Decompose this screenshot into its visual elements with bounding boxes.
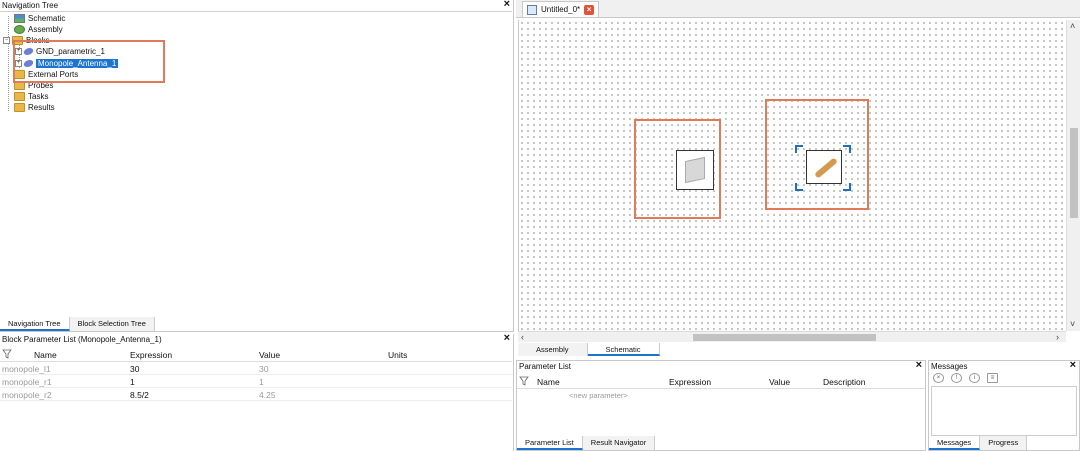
document-tab[interactable]: Untitled_0* ×: [522, 1, 600, 17]
param-value: 1: [259, 377, 264, 387]
column-header-name[interactable]: Name: [537, 377, 560, 387]
filter-icon[interactable]: [519, 376, 529, 386]
param-name: monopole_r2: [2, 390, 52, 400]
navigation-tree: Schematic Assembly − Blocks + GND_parametr…: [0, 11, 512, 317]
navigation-tabs: Navigation Tree Block Selection Tree: [0, 317, 155, 331]
parameter-list-panel: Parameter List × Name Expression Value D…: [516, 360, 926, 451]
scroll-left-icon[interactable]: ‹: [521, 332, 524, 342]
panel-title: Parameter List ×: [517, 360, 925, 372]
filter-icon[interactable]: [2, 349, 12, 359]
close-icon[interactable]: ×: [504, 333, 510, 344]
selection-handle[interactable]: [795, 145, 803, 153]
document-icon: [527, 4, 537, 15]
tab-schematic[interactable]: Schematic: [587, 343, 660, 356]
tree-item-label: Results: [28, 103, 55, 112]
folder-icon: [14, 103, 25, 113]
tree-item-label: Schematic: [28, 14, 66, 23]
new-parameter-placeholder[interactable]: <new parameter>: [569, 391, 628, 400]
tree-connector: [8, 16, 9, 111]
column-header-description[interactable]: Description: [823, 377, 866, 387]
scroll-up-icon[interactable]: ˄: [1070, 21, 1075, 31]
param-value: 30: [259, 364, 269, 374]
column-header-value[interactable]: Value: [259, 350, 280, 360]
tree-item-label: Tasks: [28, 92, 49, 101]
tree-item-schematic[interactable]: Schematic: [14, 13, 65, 24]
column-header-expression[interactable]: Expression: [669, 377, 711, 387]
gnd-parametric-block[interactable]: [676, 150, 714, 190]
info-filter-icon[interactable]: i: [969, 373, 980, 383]
column-header-expression[interactable]: Expression: [130, 350, 172, 360]
messages-toolbar: × ! i ≡: [933, 373, 998, 383]
parameter-list-tabs: Parameter List Result Navigator: [517, 436, 656, 450]
panel-title: Messages ×: [929, 360, 1079, 372]
schematic-icon: [14, 14, 25, 24]
table-row[interactable]: monopole_l1 30 30: [0, 363, 512, 375]
warning-filter-icon[interactable]: !: [951, 373, 962, 383]
antenna-icon: [814, 157, 838, 179]
close-icon[interactable]: ×: [1070, 360, 1076, 371]
tree-item-results[interactable]: Results: [14, 102, 55, 113]
document-tab-strip: Untitled_0* ×: [516, 0, 1080, 18]
close-icon[interactable]: ×: [584, 4, 595, 15]
monopole-antenna-block[interactable]: [806, 150, 842, 184]
messages-area: [931, 386, 1077, 436]
selection-handle[interactable]: [843, 183, 851, 191]
param-expression[interactable]: 8.5/2: [130, 390, 149, 400]
column-header-value[interactable]: Value: [769, 377, 790, 387]
param-name: monopole_r1: [2, 377, 52, 387]
assembly-icon: [14, 25, 25, 35]
horizontal-scrollbar[interactable]: ‹ ›: [518, 331, 1066, 342]
tab-assembly[interactable]: Assembly: [518, 343, 588, 356]
tab-block-selection-tree[interactable]: Block Selection Tree: [69, 317, 155, 331]
block-parameter-title: Block Parameter List (Monopole_Antenna_1…: [2, 335, 162, 344]
tree-item-label: Assembly: [28, 25, 63, 34]
tree-item-assembly[interactable]: Assembly: [14, 24, 63, 35]
tab-result-navigator[interactable]: Result Navigator: [582, 436, 656, 450]
tab-progress[interactable]: Progress: [980, 436, 1028, 450]
scrollbar-thumb[interactable]: [1070, 128, 1078, 218]
view-tabs: Assembly Schematic: [518, 343, 660, 356]
column-header-units[interactable]: Units: [388, 350, 407, 360]
grid-header: Name Expression Value Units: [0, 347, 512, 362]
collapse-icon[interactable]: −: [3, 37, 10, 45]
parameter-list-title: Parameter List: [519, 362, 572, 371]
selection-handle[interactable]: [795, 183, 803, 191]
block-parameter-panel: Block Parameter List (Monopole_Antenna_1…: [0, 333, 514, 451]
highlight-box: [13, 40, 165, 83]
param-expression[interactable]: 30: [130, 364, 139, 374]
messages-panel: Messages × × ! i ≡ Messages Progress: [928, 360, 1080, 451]
close-icon[interactable]: ×: [916, 360, 922, 371]
ground-plane-icon: [685, 156, 705, 184]
scrollbar-thumb[interactable]: [693, 334, 876, 341]
selection-handle[interactable]: [843, 145, 851, 153]
column-header-name[interactable]: Name: [34, 350, 57, 360]
scroll-right-icon[interactable]: ›: [1056, 332, 1059, 342]
messages-title: Messages: [931, 362, 968, 371]
clear-messages-icon[interactable]: ≡: [987, 373, 998, 383]
vertical-scrollbar[interactable]: ˄ ˅: [1066, 20, 1080, 331]
tree-item-tasks[interactable]: Tasks: [14, 91, 48, 102]
navigation-tree-title: Navigation Tree: [2, 1, 59, 10]
close-icon[interactable]: ×: [504, 0, 510, 10]
tab-navigation-tree[interactable]: Navigation Tree: [0, 317, 70, 331]
folder-icon: [14, 92, 25, 102]
panel-title: Navigation Tree ×: [0, 0, 513, 11]
table-row[interactable]: monopole_r1 1 1: [0, 376, 512, 388]
grid-header: Name Expression Value Description: [517, 374, 925, 389]
param-expression[interactable]: 1: [130, 377, 135, 387]
messages-tabs: Messages Progress: [929, 436, 1028, 450]
error-filter-icon[interactable]: ×: [933, 373, 944, 383]
table-row[interactable]: monopole_r2 8.5/2 4.25: [0, 389, 512, 401]
tab-messages[interactable]: Messages: [929, 436, 981, 450]
navigation-tree-panel: Navigation Tree × Schematic Assembly − Bl…: [0, 0, 514, 332]
tab-parameter-list[interactable]: Parameter List: [517, 436, 583, 450]
panel-title: Block Parameter List (Monopole_Antenna_1…: [0, 333, 513, 345]
param-name: monopole_l1: [2, 364, 51, 374]
param-value: 4.25: [259, 390, 276, 400]
scroll-down-icon[interactable]: ˅: [1070, 319, 1075, 329]
document-tab-label: Untitled_0*: [541, 5, 581, 14]
